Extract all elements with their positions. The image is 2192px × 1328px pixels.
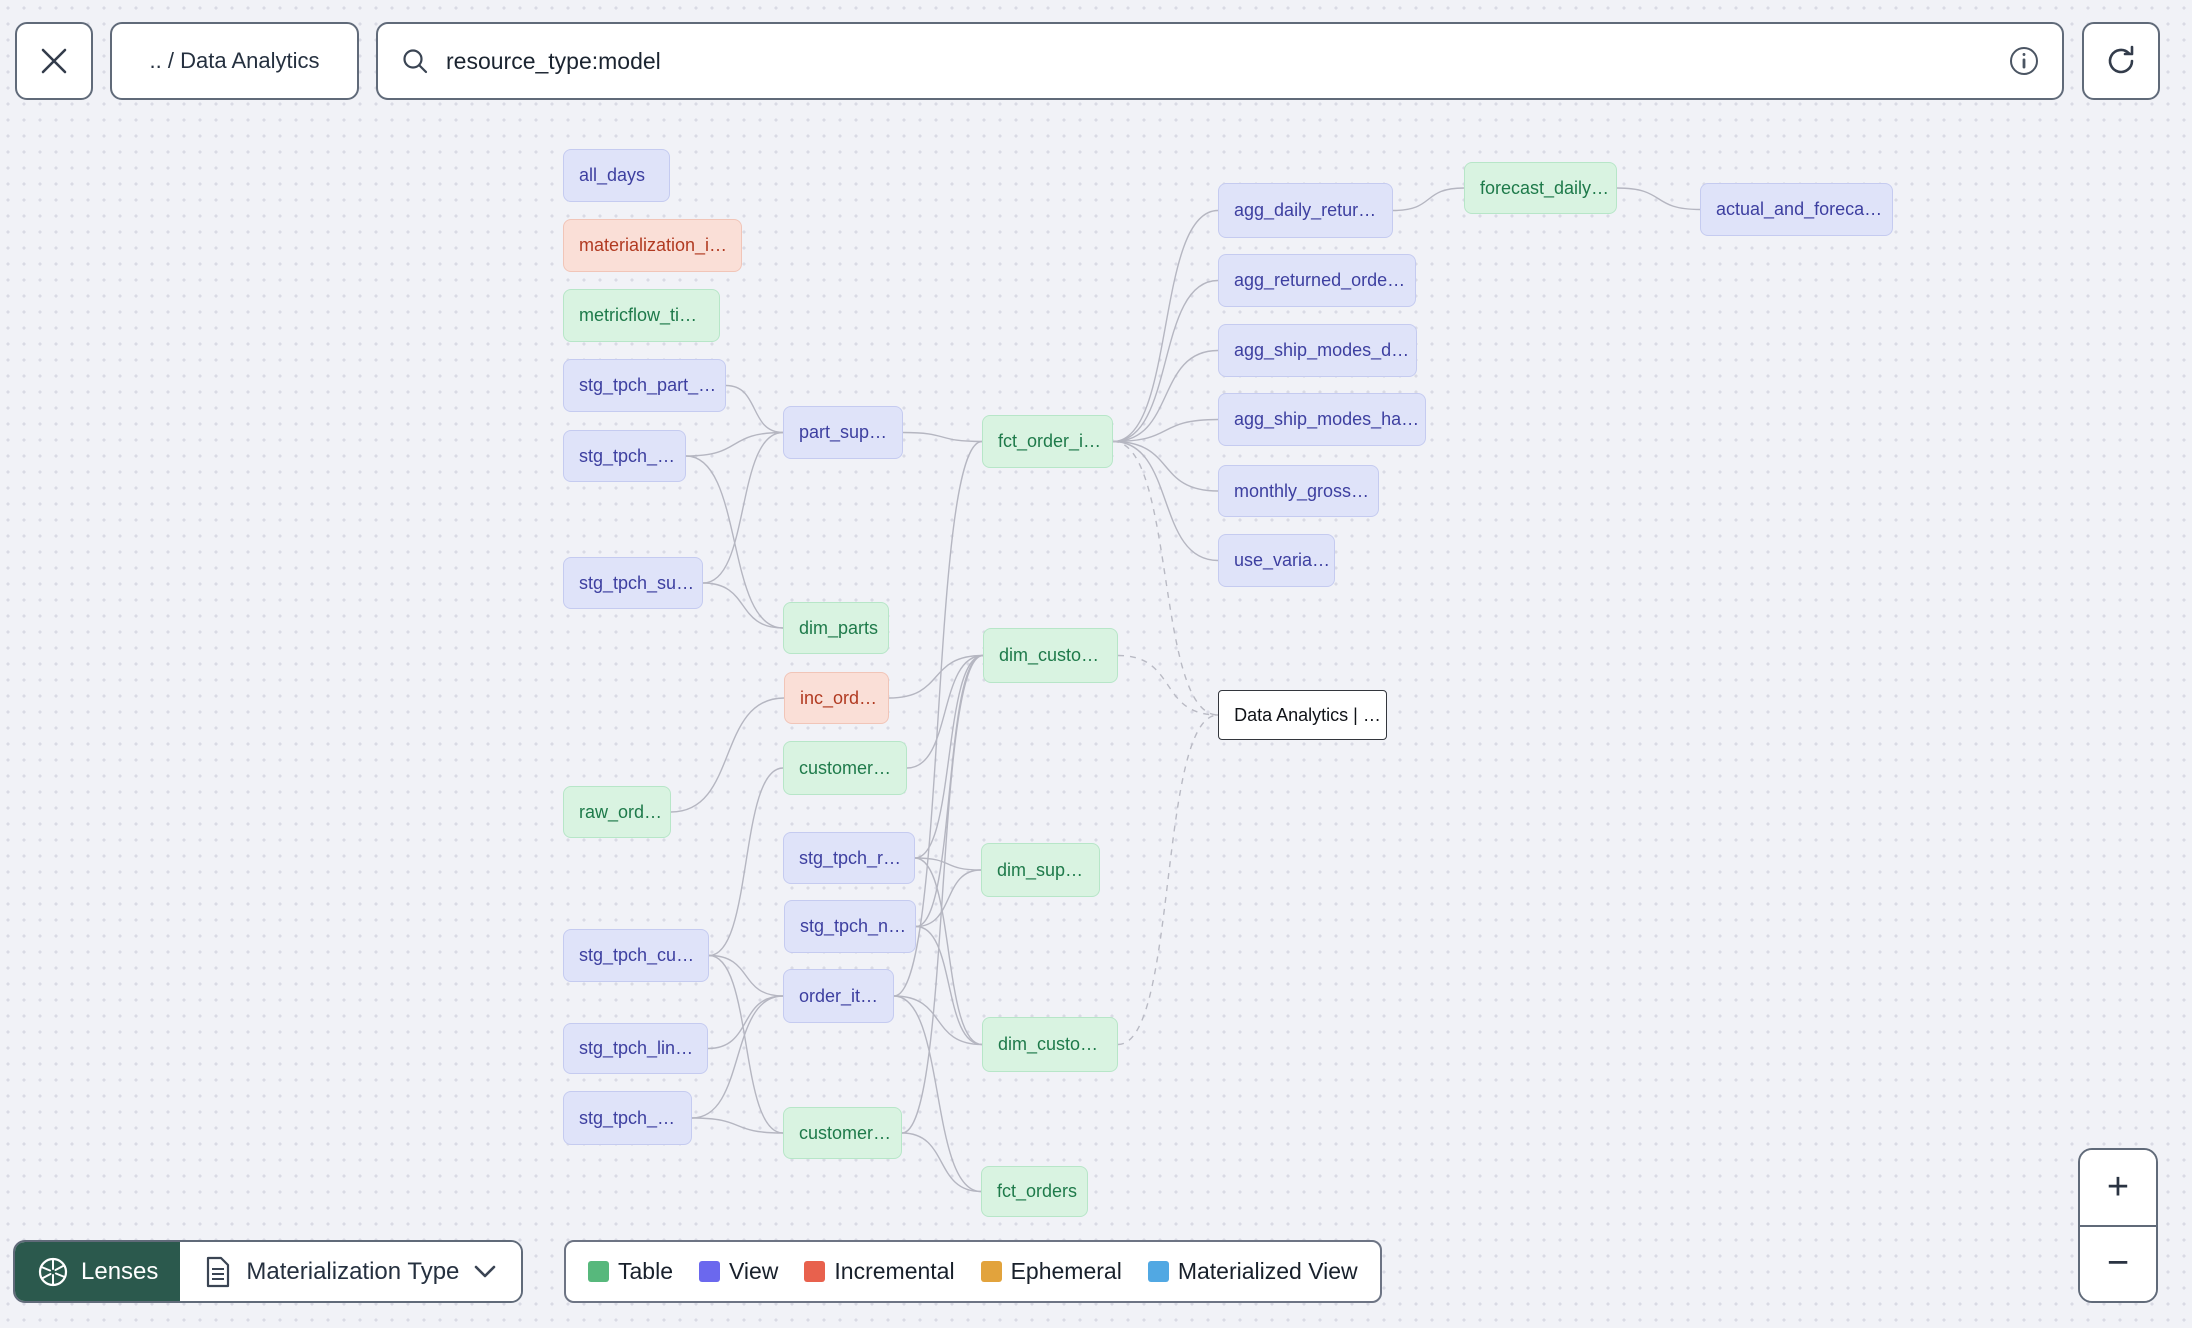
edge-stg_tpch_cu-to-customer_a	[708, 767, 784, 957]
edge-stg_tpch_part-to-part_sup	[725, 384, 784, 434]
edge-inc_ord-to-dim_custo_a	[888, 654, 984, 699]
legend-item-table: Table	[588, 1258, 673, 1285]
lineage-canvas[interactable]: all_days materialization_i… metricflow_ti……	[0, 0, 2192, 1328]
legend: Table View Incremental Ephemeral Materialize…	[564, 1240, 1382, 1303]
node-all_days[interactable]: all_days	[563, 149, 670, 202]
edge-dim_custo_a-to-exposure	[1117, 654, 1219, 716]
node-stg_tpch_cu[interactable]: stg_tpch_cu…	[563, 929, 709, 982]
legend-label: View	[728, 1258, 779, 1284]
legend-swatch	[698, 1261, 720, 1282]
legend-label: Table	[618, 1258, 673, 1284]
edge-agg_daily_retur-to-forecast_daily	[1392, 187, 1465, 212]
node-stg_tpch_r[interactable]: stg_tpch_r…	[783, 832, 915, 884]
edge-order_it-to-fct_orders	[893, 995, 982, 1193]
edge-customer_a-to-dim_custo_a	[906, 654, 984, 769]
node-customer_b[interactable]: customer…	[783, 1107, 902, 1159]
legend-item-incremental: Incremental	[804, 1258, 955, 1285]
node-dim_parts[interactable]: dim_parts	[783, 602, 889, 654]
legend-item-materialized-view: Materialized View	[1147, 1258, 1358, 1285]
lens-selector-label: Materialization Type	[246, 1257, 460, 1285]
edge-stg_tpch_a-to-part_sup	[685, 431, 784, 457]
node-raw_ord[interactable]: raw_ord…	[563, 786, 671, 838]
legend-swatch	[588, 1261, 609, 1282]
zoom-in-button[interactable]: +	[2080, 1150, 2156, 1227]
edge-fct_order_i-to-agg_ship_modes_d	[1112, 349, 1219, 443]
aperture-icon	[37, 1256, 69, 1288]
node-agg_ship_modes_ha[interactable]: agg_ship_modes_ha…	[1218, 393, 1426, 446]
node-inc_ord[interactable]: inc_ord…	[784, 672, 889, 724]
edge-fct_order_i-to-use_varia	[1112, 440, 1219, 562]
lens-selector-dropdown[interactable]: Materialization Type	[180, 1242, 522, 1301]
edge-fct_order_i-to-agg_ship_modes_ha	[1112, 418, 1219, 443]
edge-stg_tpch_su-to-dim_parts	[702, 582, 784, 629]
edge-order_it-to-dim_custo_b	[893, 995, 983, 1046]
node-stg_tpch_n[interactable]: stg_tpch_n…	[784, 900, 916, 953]
close-button[interactable]	[15, 22, 93, 100]
edge-fct_order_i-to-exposure	[1112, 440, 1219, 716]
legend-swatch	[1147, 1261, 1169, 1282]
edge-stg_tpch_cu-to-order_it	[708, 954, 784, 997]
zoom-out-button[interactable]: −	[2080, 1226, 2156, 1301]
node-monthly_gross[interactable]: monthly_gross…	[1218, 465, 1379, 517]
close-icon	[39, 46, 69, 76]
edge-stg_tpch_r-to-dim_sup	[914, 857, 982, 871]
edge-fct_order_i-to-monthly_gross	[1112, 440, 1219, 492]
edge-raw_ord-to-inc_ord	[670, 697, 785, 813]
edge-part_sup-to-fct_order_i	[902, 431, 983, 443]
node-fct_orders[interactable]: fct_orders	[981, 1166, 1088, 1217]
node-agg_ship_modes_d[interactable]: agg_ship_modes_d…	[1218, 324, 1417, 377]
node-dim_custo_b[interactable]: dim_custo…	[982, 1017, 1118, 1072]
refresh-icon	[2103, 43, 2139, 79]
legend-label: Materialized View	[1177, 1258, 1358, 1284]
node-dim_custo_a[interactable]: dim_custo…	[983, 628, 1118, 683]
node-stg_tpch_part[interactable]: stg_tpch_part_…	[563, 359, 726, 412]
node-stg_tpch_a[interactable]: stg_tpch_…	[563, 430, 686, 482]
search-icon	[400, 46, 430, 76]
node-dim_sup[interactable]: dim_sup…	[981, 843, 1100, 897]
node-forecast_daily[interactable]: forecast_daily…	[1464, 162, 1617, 214]
edge-fct_order_i-to-agg_daily_retur	[1112, 209, 1219, 443]
legend-item-view: View	[698, 1258, 779, 1285]
chevron-down-icon	[473, 1264, 497, 1280]
breadcrumb-label: .. / Data Analytics	[149, 48, 320, 73]
edge-customer_b-to-fct_orders	[901, 1132, 982, 1193]
zoom-controls: + −	[2078, 1148, 2158, 1303]
node-materialization_i[interactable]: materialization_i…	[563, 219, 742, 272]
refresh-button[interactable]	[2082, 22, 2160, 100]
breadcrumb[interactable]: .. / Data Analytics	[110, 22, 359, 100]
node-stg_tpch_b[interactable]: stg_tpch_…	[563, 1091, 692, 1145]
node-agg_returned_orde[interactable]: agg_returned_orde…	[1218, 254, 1416, 307]
legend-label: Incremental	[834, 1258, 955, 1284]
lenses-label: Lenses	[81, 1257, 159, 1285]
document-icon	[204, 1256, 232, 1288]
edge-forecast_daily-to-actual_and_foreca	[1616, 187, 1701, 211]
lenses-button[interactable]: Lenses	[15, 1242, 181, 1301]
node-metricflow_ti[interactable]: metricflow_ti…	[563, 289, 720, 342]
edge-dim_custo_b-to-exposure	[1117, 714, 1219, 1046]
legend-item-ephemeral: Ephemeral	[980, 1258, 1122, 1285]
edge-stg_tpch_su-to-part_sup	[702, 431, 784, 584]
node-stg_tpch_lin[interactable]: stg_tpch_lin…	[563, 1023, 708, 1074]
node-part_sup[interactable]: part_sup…	[783, 406, 903, 459]
legend-swatch	[980, 1261, 1002, 1282]
edge-stg_tpch_n-to-dim_custo_b	[915, 925, 983, 1046]
edge-fct_order_i-to-agg_returned_orde	[1112, 279, 1219, 443]
node-order_it[interactable]: order_it…	[783, 969, 894, 1023]
info-icon[interactable]	[2008, 45, 2040, 77]
node-agg_daily_retur[interactable]: agg_daily_retur…	[1218, 183, 1393, 238]
search-bar[interactable]	[376, 22, 2064, 100]
edge-stg_tpch_cu-to-customer_b	[708, 954, 784, 1134]
node-stg_tpch_su[interactable]: stg_tpch_su…	[563, 557, 703, 609]
edge-customer_b-to-dim_custo_a	[901, 654, 984, 1134]
lenses-control: Lenses Materialization Type	[13, 1240, 524, 1303]
node-exposure[interactable]: Data Analytics | …	[1218, 690, 1387, 740]
search-input[interactable]	[446, 47, 2008, 75]
edge-stg_tpch_r-to-dim_custo_a	[914, 654, 984, 859]
node-use_varia[interactable]: use_varia…	[1218, 534, 1335, 587]
node-actual_and_foreca[interactable]: actual_and_foreca…	[1700, 183, 1893, 236]
legend-swatch	[804, 1261, 826, 1282]
node-customer_a[interactable]: customer…	[783, 741, 907, 795]
legend-label: Ephemeral	[1010, 1258, 1122, 1284]
node-fct_order_i[interactable]: fct_order_i…	[982, 415, 1113, 468]
